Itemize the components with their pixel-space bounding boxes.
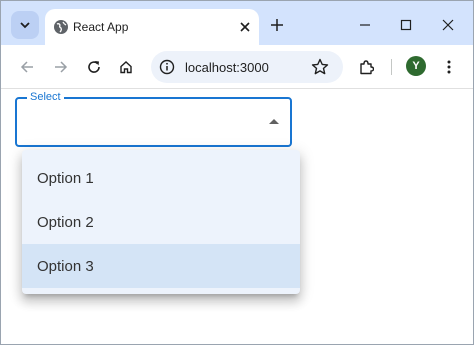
tab-close-button[interactable] [235,17,255,37]
home-icon [120,61,132,74]
forward-button[interactable] [49,55,73,79]
extensions-button[interactable] [354,55,378,79]
close-window-button[interactable] [436,13,460,37]
maximize-icon [400,19,412,31]
toolbar-divider [391,59,392,75]
dropdown-arrow-icon[interactable] [269,119,279,124]
menu-icon [447,60,451,74]
browser-toolbar: localhost:3000 Y [1,45,473,89]
tab-title: React App [73,20,129,34]
browser-menu-button[interactable] [437,55,461,79]
star-icon[interactable] [311,58,329,76]
tab-react-app[interactable]: React App [45,9,259,45]
reload-button[interactable] [82,55,106,79]
menu-option-1[interactable]: Option 1 [22,156,300,200]
browser-window: React App localhost:3000 Y Select Option… [0,0,474,345]
select-menu: Option 1 Option 2 Option 3 [22,150,300,294]
tab-search-button[interactable] [11,11,39,39]
new-tab-button[interactable] [267,15,287,35]
plus-icon [271,19,283,31]
extensions-icon [360,60,374,75]
minimize-button[interactable] [353,13,377,37]
tab-strip: React App [1,1,473,45]
forward-icon [55,61,68,73]
close-icon [240,22,250,32]
profile-avatar[interactable]: Y [406,56,426,76]
home-button[interactable] [114,55,138,79]
address-bar[interactable]: localhost:3000 [151,51,343,83]
page-content: Select Option 1 Option 2 Option 3 [1,90,473,344]
menu-option-3[interactable]: Option 3 [22,244,300,288]
select-label: Select [27,90,64,104]
address-url: localhost:3000 [185,60,269,75]
maximize-button[interactable] [394,13,418,37]
reload-icon [88,61,100,73]
close-icon [442,19,454,31]
info-icon[interactable] [159,59,175,75]
minimize-icon [360,24,370,26]
tab-search-icon [20,22,30,29]
globe-icon [54,20,68,34]
select-field[interactable]: Select [15,90,292,147]
back-icon [20,61,33,73]
back-button[interactable] [15,55,39,79]
menu-option-2[interactable]: Option 2 [22,200,300,244]
